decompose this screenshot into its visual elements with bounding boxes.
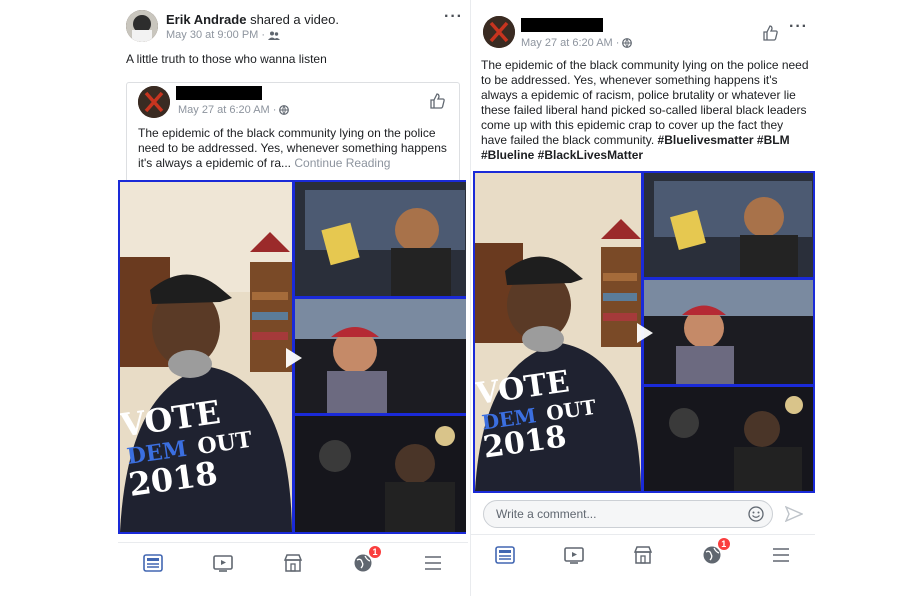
friends-icon (268, 31, 281, 40)
shared-author-avatar[interactable] (138, 86, 170, 118)
watch-icon[interactable] (561, 543, 587, 567)
like-icon[interactable] (761, 24, 779, 42)
share-action-text: shared a video. (250, 12, 339, 27)
shared-post-body: The epidemic of the black community lyin… (138, 126, 447, 170)
notification-badge: 1 (716, 536, 731, 551)
video-collage[interactable]: VOTE DEM OUT 2018 (473, 171, 815, 493)
news-feed-icon[interactable] (140, 551, 166, 575)
redacted-name (521, 18, 603, 32)
post-caption: A little truth to those who wanna listen (126, 52, 327, 66)
comment-input[interactable] (496, 501, 736, 527)
more-options-icon[interactable]: ··· (789, 18, 808, 36)
post-timestamp[interactable]: May 27 at 6:20 AM · (521, 37, 619, 49)
author-avatar[interactable] (126, 10, 158, 42)
shared-post-text: The epidemic of the black community lyin… (138, 126, 448, 171)
globe-icon (279, 105, 290, 115)
notifications-icon[interactable]: 1 (699, 536, 731, 567)
left-screenshot: Erik Andrade shared a video. May 30 at 9… (118, 0, 468, 596)
video-frame-top (295, 182, 466, 296)
bottom-nav: 1 (471, 534, 815, 574)
video-frame-middle (644, 280, 813, 384)
emoji-icon[interactable] (748, 506, 764, 522)
author-avatar[interactable] (483, 16, 515, 48)
more-options-icon[interactable]: ··· (444, 8, 463, 26)
news-feed-icon[interactable] (492, 543, 518, 567)
shared-post-timestamp[interactable]: May 27 at 6:20 AM · (178, 104, 276, 116)
post-text: The epidemic of the black community lyin… (481, 58, 811, 163)
shared-post-meta: May 27 at 6:20 AM · (178, 104, 290, 116)
menu-icon[interactable] (420, 551, 446, 575)
notifications-icon[interactable]: 1 (350, 544, 382, 575)
menu-icon[interactable] (768, 543, 794, 567)
send-icon[interactable] (785, 506, 803, 522)
marketplace-icon[interactable] (630, 543, 656, 567)
marketplace-icon[interactable] (280, 551, 306, 575)
right-screenshot: May 27 at 6:20 AM · ··· The epidemic of … (470, 0, 815, 596)
video-main-frame: VOTE DEM OUT 2018 (475, 173, 641, 491)
video-main-frame: VOTE DEM OUT 2018 (120, 182, 292, 532)
globe-icon (622, 38, 633, 48)
post-meta: May 30 at 9:00 PM · (166, 29, 281, 41)
post-timestamp[interactable]: May 30 at 9:00 PM · (166, 29, 265, 41)
post-author[interactable]: Erik Andrade shared a video. (166, 12, 339, 27)
video-frame-top (644, 173, 813, 277)
video-frame-middle (295, 299, 466, 413)
play-icon[interactable] (286, 348, 302, 368)
watch-icon[interactable] (210, 551, 236, 575)
video-collage[interactable]: VOTE DEM OUT 2018 (118, 180, 466, 534)
author-name[interactable]: Erik Andrade (166, 12, 246, 27)
video-frame-bottom (644, 387, 813, 491)
play-icon[interactable] (637, 323, 653, 343)
bottom-nav: 1 (118, 542, 468, 582)
comment-box[interactable] (483, 500, 773, 528)
continue-reading-link[interactable]: Continue Reading (294, 156, 390, 170)
post-meta: May 27 at 6:20 AM · (521, 37, 633, 49)
video-frame-bottom (295, 416, 466, 532)
notification-badge: 1 (368, 544, 382, 559)
like-icon[interactable] (428, 92, 446, 110)
redacted-name (176, 86, 262, 100)
